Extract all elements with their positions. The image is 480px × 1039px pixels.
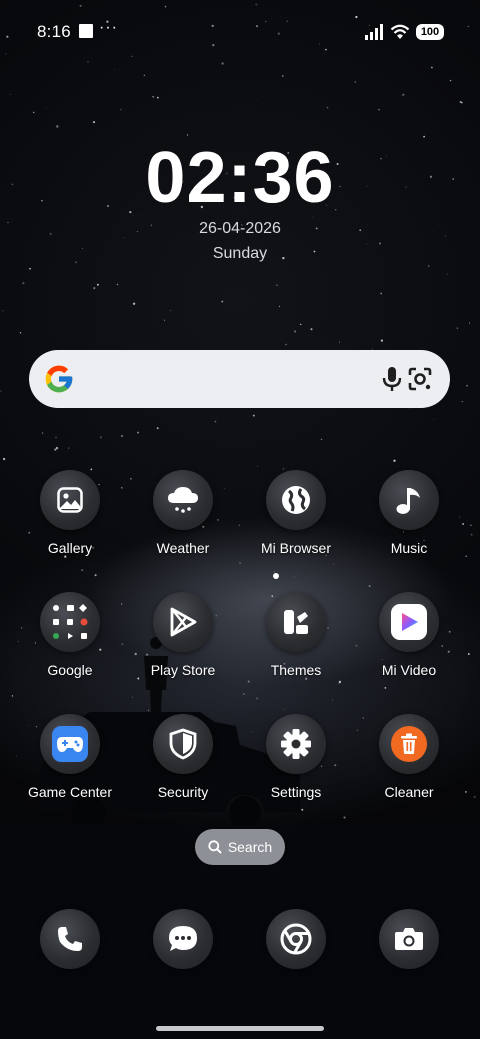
signal-icon (365, 24, 383, 40)
google-folder-icon (40, 592, 100, 652)
notification-square-icon (79, 24, 93, 38)
game-controller-icon (40, 714, 100, 774)
dock-chrome[interactable] (266, 909, 326, 969)
status-icons: 100 (364, 22, 444, 42)
app-label: Settings (270, 784, 322, 800)
app-game-center[interactable]: Game Center (15, 714, 125, 824)
app-gallery[interactable]: Gallery (15, 470, 125, 580)
search-icon (208, 840, 222, 854)
browser-globe-icon (266, 470, 326, 530)
phone-icon (58, 927, 82, 951)
lens-icon[interactable] (406, 365, 434, 393)
weather-icon (153, 470, 213, 530)
dock-camera[interactable] (379, 909, 439, 969)
app-label: Gallery (47, 540, 93, 556)
app-mi-video[interactable]: Mi Video (354, 592, 464, 702)
app-security[interactable]: Security (128, 714, 238, 824)
chrome-icon (280, 923, 312, 955)
microphone-icon[interactable] (379, 365, 405, 393)
gear-icon (266, 714, 326, 774)
camera-icon (395, 928, 423, 950)
app-label: Mi Video (381, 662, 437, 678)
google-logo-icon (45, 365, 73, 393)
app-label: Google (47, 662, 93, 678)
app-themes[interactable]: Themes (241, 592, 351, 702)
wifi-icon (390, 24, 410, 39)
app-label: Music (390, 540, 428, 556)
app-label: Game Center (27, 784, 113, 800)
app-settings[interactable]: Settings (241, 714, 351, 824)
more-notifications-icon: ··· (99, 19, 118, 36)
app-google-folder[interactable]: Google (15, 592, 125, 702)
app-label: Themes (270, 662, 322, 678)
app-search-button[interactable]: Search (195, 829, 285, 865)
app-play-store[interactable]: Play Store (128, 592, 238, 702)
status-time: 8:16 (37, 22, 71, 41)
app-label: Weather (156, 540, 210, 556)
dock-messages[interactable] (153, 909, 213, 969)
trash-icon (379, 714, 439, 774)
gallery-icon (40, 470, 100, 530)
app-label: Security (157, 784, 209, 800)
messages-icon (169, 926, 197, 951)
status-bar: 8:16 ··· 100 (0, 18, 480, 46)
clock-date: 26-04-2026 (199, 220, 281, 237)
home-indicator[interactable] (156, 1026, 324, 1031)
app-label: Play Store (150, 662, 216, 678)
app-cleaner[interactable]: Cleaner (354, 714, 464, 824)
music-note-icon (379, 470, 439, 530)
dock-phone[interactable] (40, 909, 100, 969)
mi-video-icon (379, 592, 439, 652)
app-mi-browser[interactable]: Mi Browser (241, 470, 351, 580)
play-store-icon (153, 592, 213, 652)
app-search-label: Search (227, 839, 273, 855)
app-label: Cleaner (384, 784, 434, 800)
app-music[interactable]: Music (354, 470, 464, 580)
clock-weekday: Sunday (212, 245, 268, 262)
themes-icon (266, 592, 326, 652)
app-weather[interactable]: Weather (128, 470, 238, 580)
clock-time[interactable]: 02:36 (0, 138, 480, 218)
shield-icon (153, 714, 213, 774)
app-label: Mi Browser (260, 540, 331, 556)
google-search-bar[interactable] (29, 350, 450, 408)
battery-icon: 100 (416, 24, 444, 40)
